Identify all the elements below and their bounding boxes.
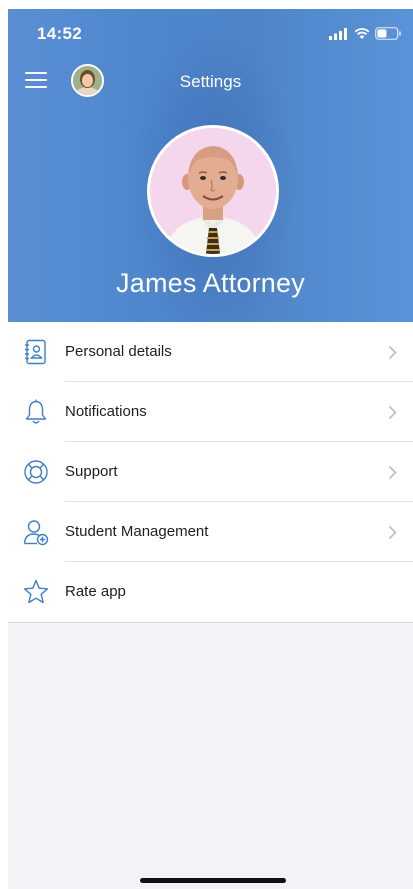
lifebuoy-icon bbox=[24, 460, 48, 484]
menu-item-support[interactable]: Support bbox=[8, 442, 413, 502]
profile-portrait bbox=[150, 128, 276, 254]
menu-item-student-management[interactable]: Student Management bbox=[8, 502, 413, 562]
chevron-right-icon bbox=[388, 525, 397, 540]
chevron-right-icon bbox=[388, 345, 397, 360]
home-indicator[interactable] bbox=[140, 878, 286, 883]
settings-menu-list: Personal details Notifications Support S… bbox=[8, 322, 413, 623]
status-bar: 14:52 bbox=[8, 9, 413, 55]
menu-item-rate-app[interactable]: Rate app bbox=[8, 562, 413, 622]
menu-item-label: Personal details bbox=[65, 343, 172, 360]
menu-item-personal-details[interactable]: Personal details bbox=[8, 322, 413, 382]
menu-item-label: Student Management bbox=[65, 523, 209, 540]
profile-photo[interactable] bbox=[147, 125, 279, 257]
battery-icon bbox=[375, 27, 401, 40]
page-title: Settings bbox=[179, 72, 242, 91]
profile-header: 14:52 Settings James Attorney bbox=[8, 9, 413, 322]
status-time: 14:52 bbox=[37, 24, 82, 43]
chevron-right-icon bbox=[388, 465, 397, 480]
user-name: James Attorney bbox=[116, 268, 305, 298]
chevron-right-icon bbox=[388, 405, 397, 420]
settings-screen: 14:52 Settings James Attorney Personal d… bbox=[8, 9, 413, 889]
menu-item-notifications[interactable]: Notifications bbox=[8, 382, 413, 442]
bell-icon bbox=[25, 399, 47, 424]
contact-book-icon bbox=[25, 339, 46, 365]
menu-item-label: Rate app bbox=[65, 583, 126, 600]
menu-item-label: Notifications bbox=[65, 403, 147, 420]
wifi-icon bbox=[354, 28, 370, 39]
menu-item-label: Support bbox=[65, 463, 118, 480]
add-user-icon bbox=[23, 520, 49, 546]
star-icon bbox=[23, 579, 49, 604]
cellular-signal-icon bbox=[329, 28, 347, 40]
